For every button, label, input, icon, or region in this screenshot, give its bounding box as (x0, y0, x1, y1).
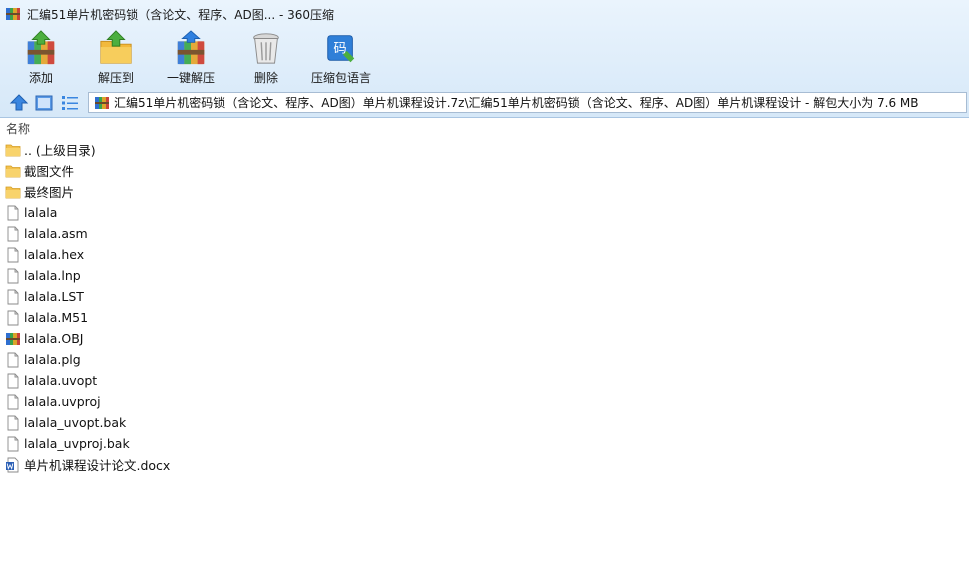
list-item[interactable]: lalala.asm (0, 223, 969, 244)
word-doc-icon (5, 457, 21, 473)
extract-folder-icon (100, 30, 132, 64)
file-name: lalala.hex (24, 247, 85, 262)
folder-icon (5, 184, 21, 200)
list-item[interactable]: lalala.LST (0, 286, 969, 307)
file-name: lalala.LST (24, 289, 84, 304)
extract-to-label: 解压到 (97, 71, 134, 85)
file-icon (5, 289, 21, 305)
add-archive-icon (27, 30, 55, 65)
file-icon (5, 226, 21, 242)
list-item[interactable]: 最终图片 (0, 181, 969, 202)
one-click-extract-label: 一键解压 (166, 71, 215, 85)
column-header-name[interactable]: 名称 (0, 118, 969, 138)
thumbnail-view-icon[interactable] (34, 93, 54, 113)
file-name: lalala.OBJ (24, 331, 84, 346)
archive-app-icon (6, 8, 20, 20)
up-level-icon[interactable] (9, 93, 29, 113)
one-click-extract-button[interactable]: 一键解压 (164, 28, 218, 86)
archive-encoding-button[interactable]: 码 压缩包语言 (310, 28, 372, 86)
file-icon (5, 394, 21, 410)
list-item[interactable]: lalala.lnp (0, 265, 969, 286)
file-name: lalala.plg (24, 352, 81, 367)
file-name: lalala.asm (24, 226, 88, 241)
folder-icon (5, 142, 21, 158)
list-item[interactable]: lalala (0, 202, 969, 223)
add-label: 添加 (28, 71, 53, 85)
encoding-label: 压缩包语言 (310, 71, 371, 85)
path-text: 汇编51单片机密码锁（含论文、程序、AD图）单片机课程设计.7z\汇编51单片机… (114, 96, 919, 110)
encoding-icon: 码 (327, 35, 355, 63)
file-icon (5, 247, 21, 263)
file-icon (5, 352, 21, 368)
file-name: 截图文件 (24, 164, 75, 179)
archive-path-icon (95, 96, 109, 109)
title-bar: 汇编51单片机密码锁（含论文、程序、AD图... - 360压缩 (0, 0, 969, 28)
file-name: 单片机课程设计论文.docx (24, 458, 171, 473)
list-view-icon[interactable] (60, 93, 80, 113)
list-item[interactable]: lalala.uvproj (0, 391, 969, 412)
trash-icon (253, 33, 279, 64)
file-name: lalala.M51 (24, 310, 89, 325)
file-name: .. (上级目录) (24, 143, 96, 158)
file-icon (5, 415, 21, 431)
file-name: lalala (24, 205, 58, 220)
file-name: lalala.lnp (24, 268, 81, 283)
list-item[interactable]: lalala.uvopt (0, 370, 969, 391)
file-list: .. (上级目录) 截图文件最终图片 lalala lalala.asm lalala.… (0, 139, 969, 475)
encoding-icon-glyph: 码 (333, 42, 346, 57)
file-icon (5, 436, 21, 452)
list-item[interactable]: lalala_uvproj.bak (0, 433, 969, 454)
list-item[interactable]: lalala.M51 (0, 307, 969, 328)
file-name: lalala_uvopt.bak (24, 415, 127, 430)
list-item[interactable]: 单片机课程设计论文.docx (0, 454, 969, 475)
extract-to-button[interactable]: 解压到 (94, 28, 138, 86)
file-name: lalala.uvopt (24, 373, 98, 388)
file-icon (5, 205, 21, 221)
file-icon (5, 268, 21, 284)
list-item[interactable]: 截图文件 (0, 160, 969, 181)
file-icon (5, 373, 21, 389)
file-name: lalala_uvproj.bak (24, 436, 130, 451)
file-icon (5, 310, 21, 326)
window-chrome: 汇编51单片机密码锁（含论文、程序、AD图... - 360压缩 添加 解压到 (0, 0, 969, 118)
list-item[interactable]: lalala.OBJ (0, 328, 969, 349)
archive-icon (5, 331, 21, 347)
list-item[interactable]: lalala.plg (0, 349, 969, 370)
delete-label: 删除 (253, 71, 278, 85)
delete-button[interactable]: 删除 (246, 28, 286, 86)
add-button[interactable]: 添加 (18, 28, 64, 86)
list-item[interactable]: .. (上级目录) (0, 139, 969, 160)
file-name: lalala.uvproj (24, 394, 101, 409)
navigation-row: 汇编51单片机密码锁（含论文、程序、AD图）单片机课程设计.7z\汇编51单片机… (0, 91, 969, 115)
window-title: 汇编51单片机密码锁（含论文、程序、AD图... - 360压缩 (27, 7, 335, 22)
path-bar[interactable]: 汇编51单片机密码锁（含论文、程序、AD图）单片机课程设计.7z\汇编51单片机… (88, 92, 967, 113)
list-item[interactable]: lalala.hex (0, 244, 969, 265)
file-name: 最终图片 (24, 185, 75, 200)
column-header-label: 名称 (6, 121, 31, 136)
folder-icon (5, 163, 21, 179)
one-click-extract-icon (177, 30, 205, 65)
list-item[interactable]: lalala_uvopt.bak (0, 412, 969, 433)
